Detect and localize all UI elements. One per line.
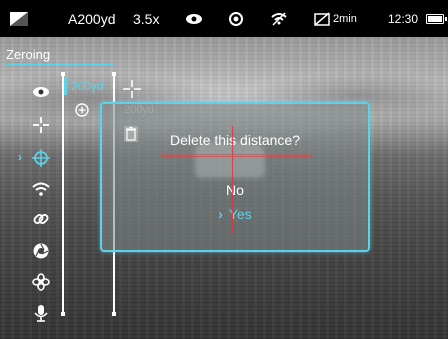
microphone-icon[interactable] (30, 302, 52, 324)
wifi-icon[interactable] (30, 178, 52, 200)
rail-end (112, 312, 116, 316)
rail-end (112, 72, 116, 76)
battery-icon (422, 0, 447, 37)
eye-icon (186, 0, 202, 37)
shutter-icon (229, 0, 243, 37)
thermal-viewfinder: A200yd 3.5x 2min 12:30 Zeroing › 200yd D… (0, 0, 448, 339)
target-reticle-icon[interactable] (30, 147, 52, 169)
timer-label: 2min (333, 12, 357, 25)
status-bar: A200yd 3.5x 2min 12:30 (0, 0, 448, 37)
menu-title-underline (6, 64, 114, 65)
crosshair-icon (123, 80, 141, 98)
no-label: No (226, 182, 244, 198)
delete-distance-dialog: Delete this distance? No › Yes (100, 102, 370, 252)
menu-title: Zeroing (6, 47, 51, 62)
image-mode-icon (10, 0, 28, 37)
profile-label: A200yd (68, 10, 116, 27)
link-icon[interactable] (30, 208, 52, 230)
reticle-vertical (232, 126, 233, 234)
wifi-off-icon (271, 0, 287, 37)
menu-rail (62, 74, 64, 314)
no-option[interactable]: No (102, 182, 368, 198)
distance-selected[interactable]: 200yd (64, 77, 104, 95)
trash-icon[interactable] (124, 126, 138, 142)
zoom-label: 3.5x (133, 10, 160, 27)
display-off-timer-icon (314, 0, 330, 37)
eye-icon[interactable] (30, 81, 52, 103)
selected-arrow: › (218, 206, 223, 222)
time-label: 12:30 (388, 11, 419, 26)
shutter-icon[interactable] (30, 240, 52, 262)
rail-end (61, 312, 65, 316)
fan-icon[interactable] (30, 271, 52, 293)
rail-end (61, 72, 65, 76)
add-distance-icon[interactable] (75, 103, 89, 117)
crosshair-icon[interactable] (30, 114, 52, 136)
dialog-separator (162, 156, 312, 157)
dialog-question: Delete this distance? (170, 132, 300, 148)
selected-arrow: › (18, 150, 22, 164)
yes-option[interactable]: › Yes (102, 206, 368, 222)
